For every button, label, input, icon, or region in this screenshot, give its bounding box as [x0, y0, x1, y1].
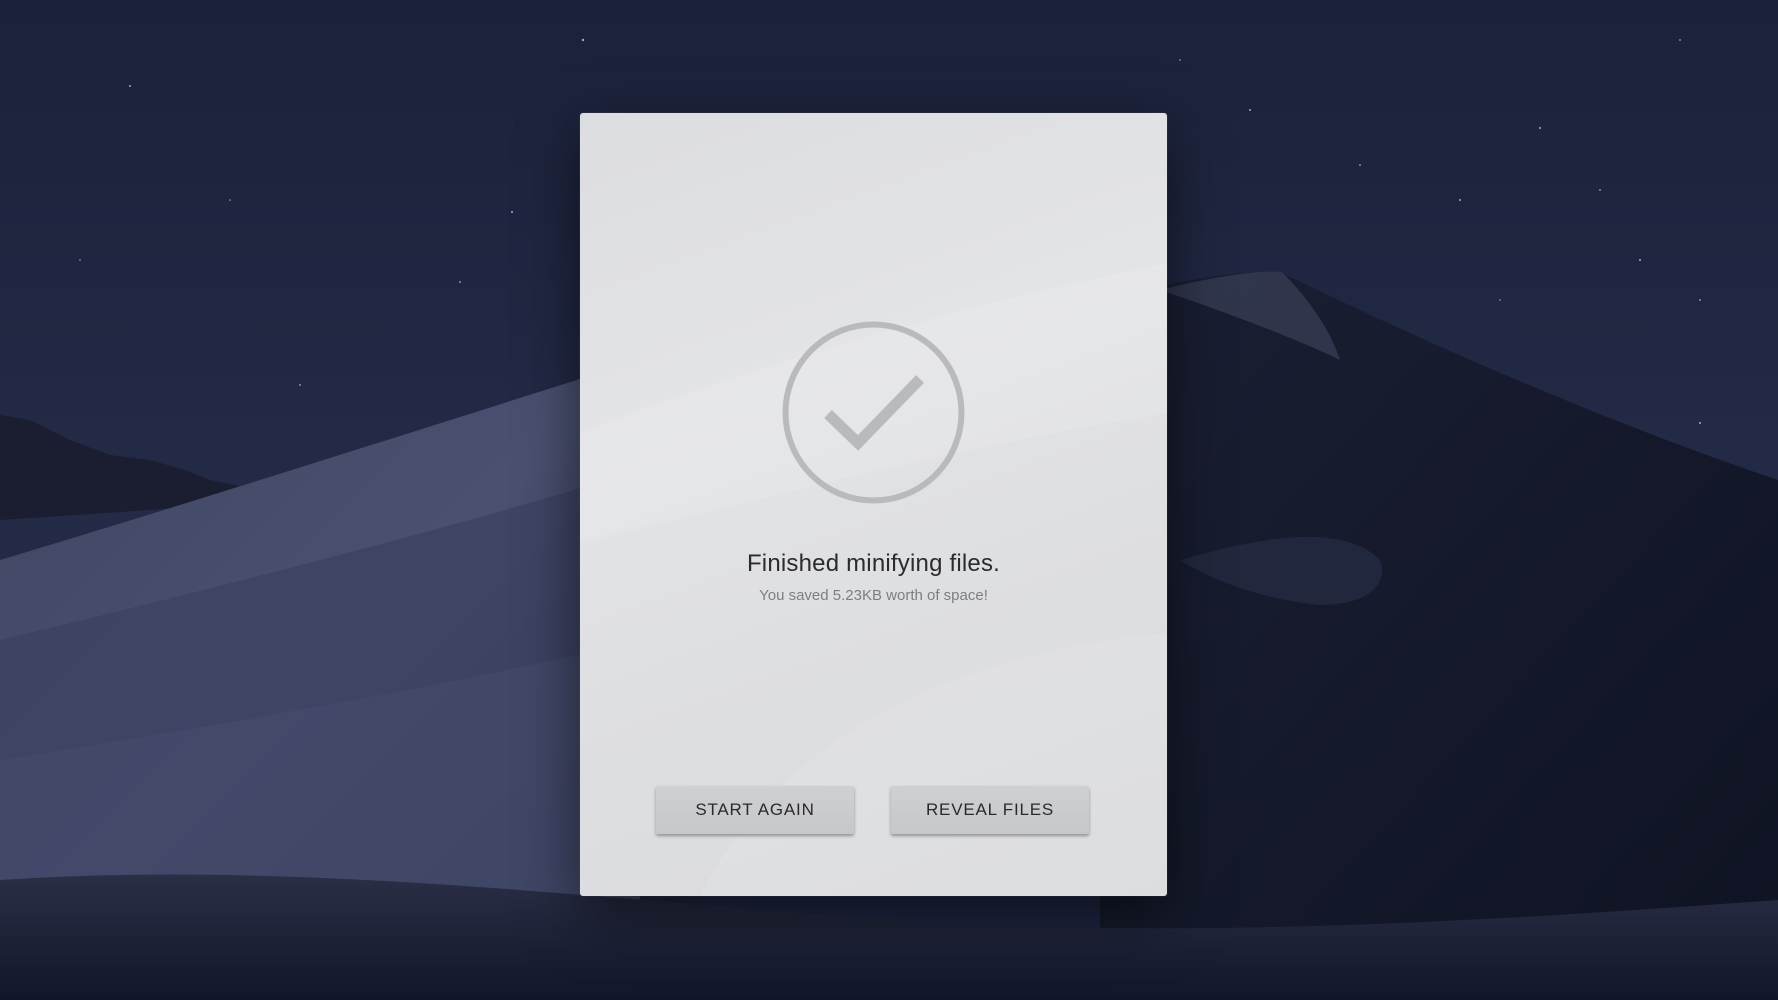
dialog-subtitle: You saved 5.23KB worth of space! [759, 587, 988, 604]
minify-result-dialog: Finished minifying files. You saved 5.23… [580, 113, 1167, 896]
check-circle-icon [780, 319, 967, 506]
start-again-button[interactable]: START AGAIN [656, 786, 854, 834]
dialog-title: Finished minifying files. [746, 550, 1001, 577]
reveal-files-button[interactable]: REVEAL FILES [891, 786, 1089, 834]
